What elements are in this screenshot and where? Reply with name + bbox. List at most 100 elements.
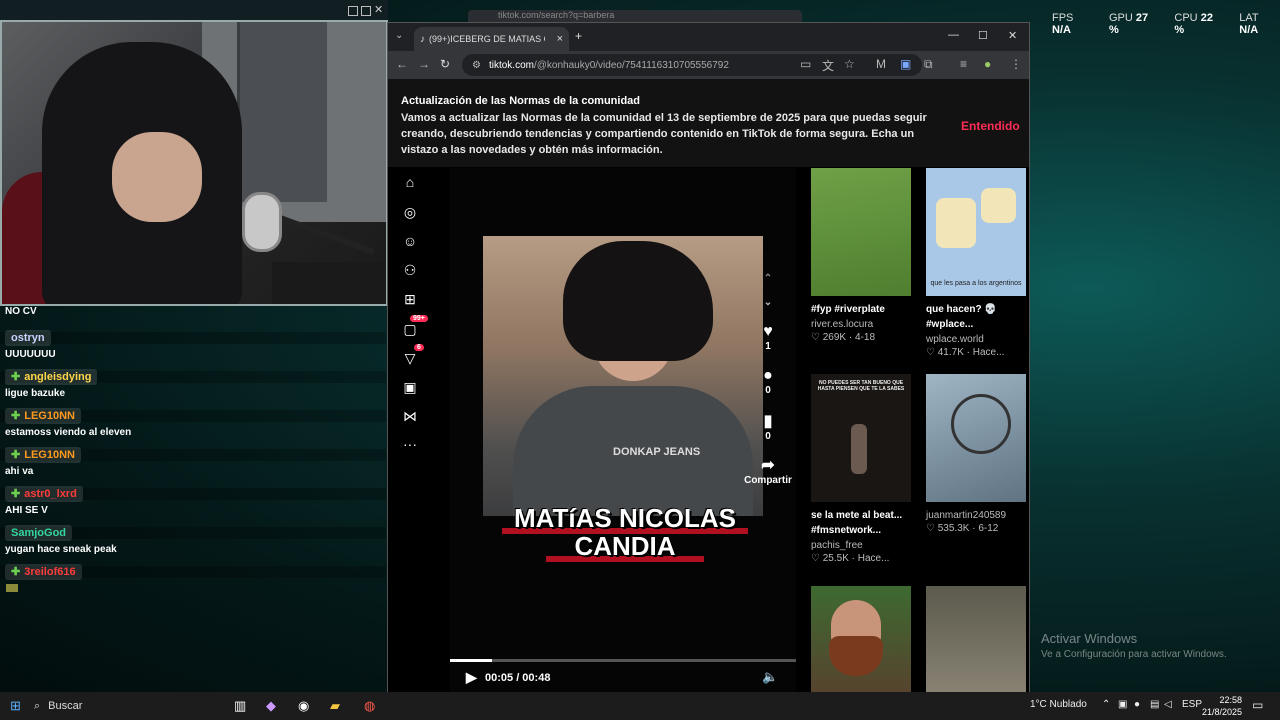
file-explorer-icon[interactable]: ▰ — [330, 698, 340, 714]
messages-icon[interactable]: ▢ — [396, 319, 424, 339]
minimize-icon[interactable] — [348, 6, 358, 16]
close-icon[interactable]: ✕ — [374, 3, 384, 16]
chat-username[interactable]: ostryn — [5, 330, 51, 346]
clock[interactable]: 22:58 21/8/2025 — [1198, 694, 1242, 718]
chat-username[interactable]: ✚ LEG10NN — [5, 407, 81, 424]
video-card[interactable]: NO PUEDES SER TAN BUENO QUE HASTA PIENSE… — [811, 374, 911, 564]
microphone-tray-icon[interactable]: ● — [1134, 699, 1140, 710]
progress-bar[interactable] — [450, 659, 796, 662]
chat-text: estamoss viendo al eleven — [5, 427, 132, 438]
video-card[interactable]: #fyp #riverplate river.es.locura ♡ 269K … — [811, 168, 911, 343]
weather-widget[interactable]: 1°C Nublado — [1030, 699, 1087, 710]
card-title[interactable]: que hacen? 💀 #wplace... — [926, 302, 1026, 332]
menu-icon[interactable]: ⋮ — [1010, 57, 1022, 71]
chat-username[interactable]: SamjoGod — [5, 525, 73, 541]
card-meta: ♡ 25.5K · Hace... — [811, 553, 890, 564]
extension-m-icon[interactable]: M — [876, 57, 886, 71]
task-view-icon[interactable]: ▥ — [234, 698, 246, 714]
chat-text: ahi va — [5, 466, 34, 477]
chat-username[interactable]: ✚ angleisdying — [5, 368, 98, 385]
extensions-puzzle-icon[interactable]: ⧉ — [924, 57, 933, 72]
taskbar-search[interactable]: ⌕ Buscar — [34, 696, 224, 716]
network-icon[interactable]: ▤ — [1150, 699, 1159, 710]
previous-video-icon[interactable]: ⌃ — [738, 273, 798, 284]
chat-username[interactable]: ✚ astr0_lxrd — [5, 485, 83, 502]
close-window-icon[interactable]: ✕ — [1008, 29, 1017, 42]
home-icon[interactable]: ⌂ — [396, 172, 424, 192]
video-thumbnail[interactable]: NO PUEDES SER TAN BUENO QUE HASTA PIENSE… — [811, 374, 911, 502]
copilot-icon[interactable]: ◆ — [266, 698, 276, 714]
microphone-icon — [242, 192, 282, 252]
volume-icon[interactable]: 🔈 — [762, 669, 778, 685]
video-thumbnail[interactable] — [811, 586, 911, 706]
translate-icon[interactable]: 文 — [822, 57, 834, 74]
video-thumbnail[interactable]: que les pasa a los argentinos — [926, 168, 1026, 296]
live-icon[interactable]: ▣ — [396, 377, 424, 397]
new-tab-icon[interactable]: + — [575, 29, 582, 43]
volume-tray-icon[interactable]: ◁ — [1164, 699, 1172, 710]
comment-button[interactable]: ● 0 — [738, 367, 798, 396]
friends-icon[interactable]: ⚇ — [396, 260, 424, 280]
card-title[interactable]: se la mete al beat... #fmsnetwork... — [811, 508, 911, 538]
steam-icon[interactable]: ◉ — [298, 698, 309, 714]
video-caption: MATíAS NICOLAS CANDIA — [514, 503, 736, 561]
card-user[interactable]: juanmartin240589 — [926, 510, 1026, 521]
site-info-icon[interactable]: ⚙ — [472, 60, 481, 71]
save-button[interactable]: ▮ 0 — [738, 411, 798, 442]
reload-icon[interactable]: ↻ — [440, 57, 450, 71]
card-meta: ♡ 41.7K · Hace... — [926, 347, 1005, 358]
play-icon[interactable]: ▶ — [466, 669, 477, 686]
notifications-icon[interactable]: ▭ — [1252, 698, 1263, 712]
start-icon[interactable]: ⊞ — [10, 698, 21, 714]
video-card[interactable] — [926, 586, 1026, 706]
card-user[interactable]: wplace.world — [926, 334, 1026, 345]
chat-username[interactable]: ✚ LEG10NN — [5, 446, 81, 463]
video-thumbnail[interactable] — [811, 168, 911, 296]
profile-avatar[interactable]: ● — [984, 57, 991, 71]
video-card[interactable] — [811, 586, 911, 706]
video-thumbnail[interactable] — [926, 374, 1026, 502]
video-frame[interactable]: DONKAP JEANS — [483, 236, 763, 516]
back-icon[interactable]: ← — [396, 57, 408, 71]
card-title[interactable]: #fyp #riverplate — [811, 302, 911, 317]
card-user[interactable]: river.es.locura — [811, 319, 911, 330]
accept-button[interactable]: Entendido — [961, 119, 1020, 133]
windows-activation-watermark: Activar Windows Ve a Configuración para … — [1041, 631, 1227, 660]
video-card[interactable]: juanmartin240589 ♡ 535.3K · 6-12 — [926, 374, 1026, 534]
tray-chevron-icon[interactable]: ⌃ — [1102, 699, 1110, 710]
tray-app-icon[interactable]: ▣ — [1118, 699, 1127, 710]
explore-icon[interactable]: ◎ — [396, 202, 424, 222]
bookmark-star-icon[interactable]: ☆ — [844, 57, 855, 71]
player-controls: ▶ 00:05 / 00:48 🔈 — [450, 668, 796, 692]
minimize-icon[interactable]: — — [948, 29, 959, 41]
forward-icon[interactable]: → — [418, 57, 430, 71]
tab-search-icon[interactable]: ⌄ — [395, 30, 403, 41]
chat-message: ostryn UUUUUUU — [0, 328, 386, 360]
subscriber-badge-icon: ✚ — [11, 488, 21, 500]
chat-message: NO CV — [0, 306, 386, 317]
cpu-stat: CPU 22 % — [1174, 12, 1213, 36]
subscriber-badge-icon: ✚ — [11, 449, 21, 461]
comment-icon: ● — [763, 367, 773, 384]
share-button[interactable]: ➦ Compartir — [738, 455, 798, 486]
video-card[interactable]: que les pasa a los argentinos que hacen?… — [926, 168, 1026, 358]
media-icon[interactable]: ≡ — [960, 57, 967, 71]
cast-icon[interactable]: ▭ — [800, 57, 811, 71]
close-tab-icon[interactable]: × — [557, 33, 563, 45]
video-thumbnail[interactable] — [926, 586, 1026, 706]
following-icon[interactable]: ☺ — [396, 231, 424, 251]
maximize-icon[interactable]: ☐ — [978, 29, 988, 42]
restore-icon[interactable] — [361, 6, 371, 16]
chat-username[interactable]: ✚ 3reilof616 — [5, 563, 82, 580]
like-button[interactable]: ♥ 1 — [738, 323, 798, 352]
more-button[interactable]: ··· — [396, 434, 424, 454]
shirt-text: DONKAP JEANS — [613, 446, 701, 458]
upload-icon[interactable]: ⊞ — [396, 289, 424, 309]
next-video-icon[interactable]: ⌄ — [738, 297, 798, 308]
effects-icon[interactable]: ⋈ — [396, 406, 424, 426]
extension-icon[interactable]: ▣ — [900, 57, 911, 71]
tab-active[interactable]: ♪ (99+)ICEBERG DE MATIAS CAN × — [414, 27, 569, 51]
activity-icon[interactable]: ▽ — [396, 348, 424, 368]
chrome-icon[interactable]: ◍ — [364, 698, 375, 714]
card-user[interactable]: pachis_free — [811, 540, 911, 551]
